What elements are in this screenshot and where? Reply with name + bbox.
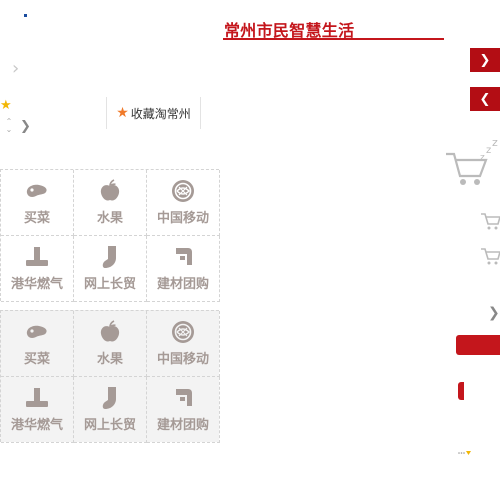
service-label: 买菜 <box>23 352 50 367</box>
apple-icon <box>100 179 120 201</box>
service-item[interactable]: 水果 <box>74 170 147 236</box>
service-item[interactable]: 港华燃气 <box>1 236 74 302</box>
service-item[interactable]: 港华燃气 <box>1 377 74 443</box>
service-grid-primary: 买菜 水果 中国移动 港华燃气 网上长贸 建材团购 <box>0 169 220 302</box>
service-item[interactable]: 买菜 <box>1 170 74 236</box>
faucet-icon <box>176 248 192 265</box>
meat-icon <box>26 184 47 197</box>
apple-icon <box>100 320 120 342</box>
gas-pipe-icon <box>26 247 48 266</box>
svg-text:z: z <box>486 145 491 156</box>
chevron-up-icon: ❮ <box>479 91 491 107</box>
chevron-right-icon[interactable]: ❯ <box>20 119 31 134</box>
china-mobile-icon <box>172 321 194 343</box>
chevron-right-icon[interactable]: ❯ <box>488 305 500 321</box>
scroll-up-button[interactable]: ❮ <box>470 87 500 111</box>
boot-icon <box>102 246 116 268</box>
service-label: 港华燃气 <box>10 277 63 292</box>
boot-icon <box>102 387 116 409</box>
service-label: 水果 <box>96 352 123 367</box>
service-label: 网上长贸 <box>83 418 136 433</box>
red-action-button[interactable] <box>456 335 500 355</box>
svg-text:z: z <box>480 153 485 163</box>
cart-icon[interactable] <box>480 247 500 265</box>
faucet-icon <box>176 389 192 406</box>
service-item[interactable]: 网上长贸 <box>74 377 147 443</box>
china-mobile-icon <box>172 180 194 202</box>
dropdown-arrow-icon[interactable] <box>458 448 472 458</box>
red-side-tab[interactable] <box>458 382 464 400</box>
favorite-button[interactable]: ★ 收藏淘常州 <box>106 97 201 129</box>
cart-icon[interactable] <box>480 212 500 230</box>
chevron-down-icon: ❯ <box>479 52 491 68</box>
service-item[interactable]: 网上长贸 <box>74 236 147 302</box>
blue-dot <box>24 14 27 17</box>
service-label: 中国移动 <box>156 211 209 226</box>
service-label: 买菜 <box>23 211 50 226</box>
service-grid-secondary: 买菜 水果 中国移动 港华燃气 网上长贸 建材团购 <box>0 310 220 443</box>
star-icon: ★ <box>116 105 129 121</box>
scroll-down-button[interactable]: ❯ <box>470 48 500 72</box>
meat-icon <box>26 325 47 338</box>
service-label: 建材团购 <box>156 277 209 292</box>
empty-cart-icon: z z z <box>446 140 498 185</box>
sort-arrows-icon[interactable]: ⌃ ⌄ <box>4 118 14 134</box>
service-label: 网上长贸 <box>83 277 136 292</box>
title-underline <box>223 38 444 40</box>
service-item[interactable]: 水果 <box>74 311 147 377</box>
service-item[interactable]: 中国移动 <box>147 170 220 236</box>
service-label: 港华燃气 <box>10 418 63 433</box>
service-item[interactable]: 建材团购 <box>147 236 220 302</box>
service-item[interactable]: 买菜 <box>1 311 74 377</box>
service-label: 水果 <box>96 211 123 226</box>
star-icon: ★ <box>0 98 12 113</box>
favorite-label: 收藏淘常州 <box>130 106 191 121</box>
service-label: 建材团购 <box>156 418 209 433</box>
svg-text:z: z <box>492 140 498 149</box>
gas-pipe-icon <box>26 388 48 407</box>
chevron-right-icon[interactable]: › <box>12 58 19 79</box>
service-item[interactable]: 中国移动 <box>147 311 220 377</box>
service-item[interactable]: 建材团购 <box>147 377 220 443</box>
service-label: 中国移动 <box>156 352 209 367</box>
